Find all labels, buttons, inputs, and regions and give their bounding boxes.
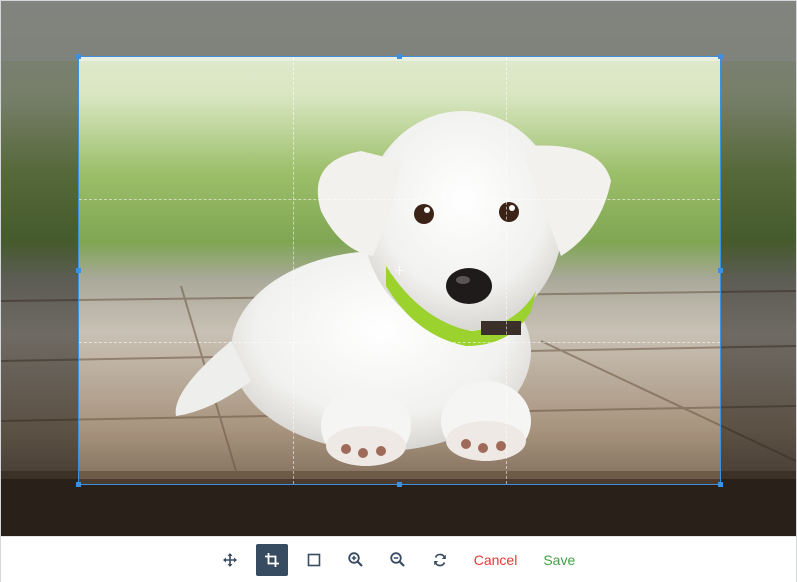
rotate-icon: [433, 553, 446, 566]
crop-handle-bottom-left[interactable]: [76, 482, 81, 487]
crop-handle-top[interactable]: [396, 54, 402, 59]
crop-button[interactable]: [255, 543, 288, 576]
grid-guide-horizontal: [79, 341, 720, 343]
crop-center-marker: [394, 265, 404, 275]
cancel-button[interactable]: Cancel: [464, 544, 528, 576]
crop-handle-left[interactable]: [76, 267, 81, 273]
save-button[interactable]: Save: [533, 544, 585, 576]
crop-handle-right[interactable]: [718, 267, 723, 273]
zoom-out-icon: [390, 552, 406, 567]
grid-guide-vertical: [292, 57, 294, 484]
image-cropper: Cancel Save: [0, 0, 797, 582]
crop-handle-bottom[interactable]: [396, 482, 402, 487]
zoom-in-button[interactable]: [340, 544, 372, 576]
crop-handle-top-left[interactable]: [76, 54, 81, 59]
move-icon: [222, 552, 237, 567]
aspect-ratio-button[interactable]: [298, 544, 330, 576]
reset-button[interactable]: [424, 544, 456, 576]
crop-selection-box[interactable]: [76, 54, 723, 487]
crop-handle-top-right[interactable]: [718, 54, 723, 59]
crop-icon: [264, 552, 279, 567]
zoom-in-icon: [348, 552, 364, 567]
cropper-toolbar: Cancel Save: [1, 536, 796, 582]
square-icon: [307, 553, 321, 566]
image-canvas[interactable]: [1, 1, 796, 536]
grid-guide-vertical: [506, 57, 508, 484]
move-button[interactable]: [214, 544, 246, 576]
crop-handle-bottom-right[interactable]: [718, 482, 723, 487]
grid-guide-horizontal: [79, 199, 720, 201]
zoom-out-button[interactable]: [382, 544, 414, 576]
